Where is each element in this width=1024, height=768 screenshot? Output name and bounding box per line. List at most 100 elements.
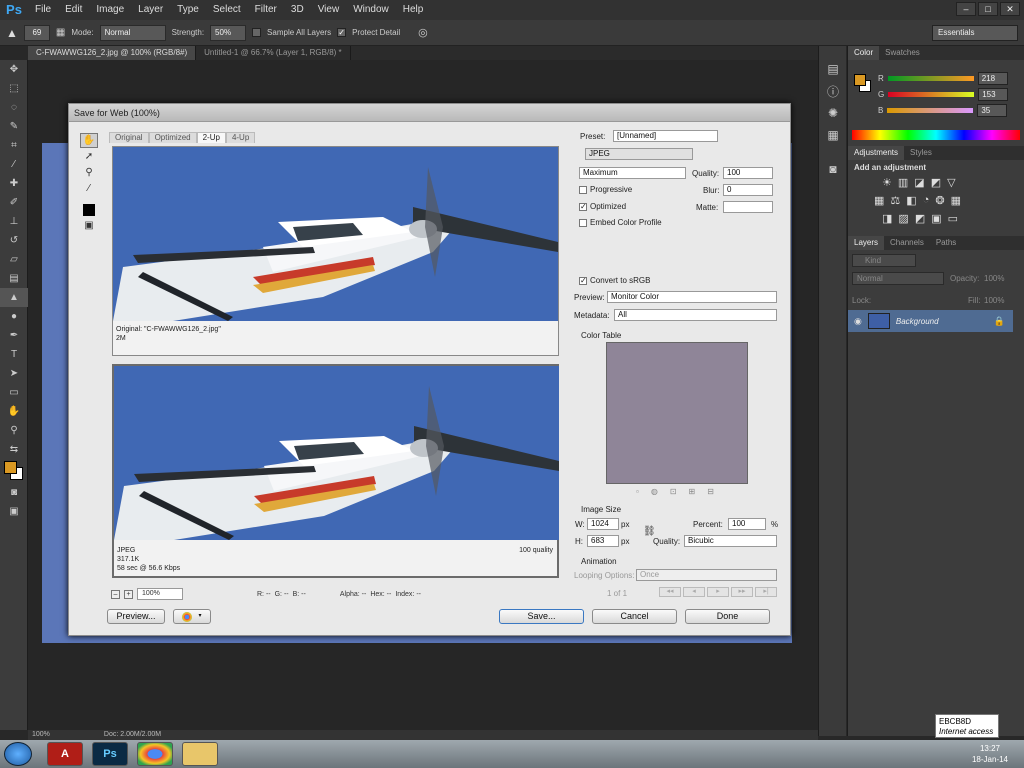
info-panel-icon[interactable]: ◙ bbox=[819, 158, 847, 180]
acrobat-icon[interactable]: A bbox=[47, 742, 83, 766]
photo-filter-icon[interactable]: ◔ bbox=[923, 194, 930, 207]
percent-field[interactable]: 100 bbox=[728, 518, 766, 530]
mode-select[interactable]: Normal bbox=[99, 24, 166, 41]
menu-type[interactable]: Type bbox=[170, 0, 206, 20]
history-panel-icon[interactable]: ▤ bbox=[819, 58, 847, 80]
browser-dropdown-icon[interactable]: ▾ bbox=[198, 610, 201, 623]
save-button[interactable]: Save... bbox=[499, 609, 584, 624]
tab-original[interactable]: Original bbox=[109, 132, 149, 143]
crop-tool-icon[interactable]: ⌗ bbox=[0, 136, 28, 155]
levels-icon[interactable]: ▥ bbox=[898, 176, 908, 189]
chrome-icon[interactable] bbox=[137, 742, 173, 766]
zoom-tool-icon[interactable]: ⚲ bbox=[0, 421, 28, 440]
preset-select[interactable]: [Unnamed] bbox=[613, 130, 718, 142]
actions-panel-icon[interactable]: ▦ bbox=[819, 124, 847, 146]
menu-window[interactable]: Window bbox=[346, 0, 396, 20]
visibility-eye-icon[interactable]: ◉ bbox=[854, 316, 862, 327]
posterize-icon[interactable]: ▨ bbox=[898, 212, 908, 225]
optimized-preview-image[interactable] bbox=[114, 366, 559, 540]
doc-tab-2[interactable]: Untitled-1 @ 66.7% (Layer 1, RGB/8) * bbox=[196, 46, 351, 60]
embed-profile-box[interactable] bbox=[579, 218, 587, 227]
strength-field[interactable]: 50% bbox=[210, 24, 247, 41]
healing-brush-tool-icon[interactable]: ✚ bbox=[0, 174, 28, 193]
minimize-button[interactable]: – bbox=[956, 2, 976, 16]
gradient-tool-icon[interactable]: ▤ bbox=[0, 269, 28, 288]
explorer-icon[interactable] bbox=[182, 742, 218, 766]
height-field[interactable]: 683 bbox=[587, 535, 619, 547]
preview-select[interactable]: Monitor Color bbox=[607, 291, 777, 303]
menu-file[interactable]: File bbox=[28, 0, 58, 20]
screen-mode-icon[interactable]: ▣ bbox=[0, 502, 28, 521]
tab-2up[interactable]: 2-Up bbox=[196, 132, 226, 143]
color-lookup-icon[interactable]: ▦ bbox=[951, 194, 961, 207]
preview-button[interactable]: Preview... bbox=[107, 609, 165, 624]
delete-color-icon[interactable]: ⊟ bbox=[707, 487, 714, 496]
play-button[interactable]: ▸ bbox=[707, 587, 729, 597]
optimized-download-time[interactable]: 58 sec @ 56.6 Kbps bbox=[117, 564, 180, 573]
layer-name[interactable]: Background bbox=[896, 317, 939, 326]
properties-panel-icon[interactable]: ⓘ bbox=[819, 80, 847, 102]
sample-all-layers-checkbox[interactable] bbox=[252, 28, 262, 37]
shape-tool-icon[interactable]: ▭ bbox=[0, 383, 28, 402]
brush-panel-icon[interactable]: ▦ bbox=[56, 27, 65, 38]
r-value[interactable]: 218 bbox=[977, 71, 1008, 85]
swap-colors-icon[interactable]: ⇆ bbox=[0, 440, 28, 459]
pressure-icon[interactable]: ◎ bbox=[418, 26, 428, 39]
lasso-tool-icon[interactable]: ◌ bbox=[0, 98, 28, 117]
format-select[interactable]: JPEG bbox=[585, 148, 693, 160]
opacity-value[interactable]: 100% bbox=[984, 274, 1004, 283]
sharpen-tool-icon-active[interactable]: ▲ bbox=[0, 288, 28, 307]
workspace-select[interactable]: Essentials bbox=[932, 25, 1018, 41]
browser-preview-button[interactable]: ▾ bbox=[173, 609, 211, 624]
optimized-checkbox[interactable]: ✓ Optimized bbox=[579, 202, 626, 211]
quick-select-tool-icon[interactable]: ✎ bbox=[0, 117, 28, 136]
start-button[interactable] bbox=[4, 742, 32, 766]
history-brush-tool-icon[interactable]: ↺ bbox=[0, 231, 28, 250]
status-zoom[interactable]: 100% bbox=[32, 730, 50, 740]
menu-layer[interactable]: Layer bbox=[131, 0, 170, 20]
brush-size-picker[interactable]: 69 bbox=[23, 24, 50, 41]
menu-3d[interactable]: 3D bbox=[284, 0, 311, 20]
convert-srgb-checkbox[interactable]: ✓ Convert to sRGB bbox=[579, 276, 650, 285]
resample-select[interactable]: Bicubic bbox=[684, 535, 777, 547]
blur-field[interactable]: 0 bbox=[723, 184, 773, 196]
color-swatches[interactable] bbox=[0, 459, 27, 483]
zoom-out-button[interactable]: – bbox=[111, 589, 120, 599]
compression-select[interactable]: Maximum bbox=[579, 167, 686, 179]
b-value[interactable]: 35 bbox=[977, 103, 1008, 117]
foreground-color-swatch[interactable] bbox=[4, 461, 17, 474]
color-fg-swatch[interactable] bbox=[854, 74, 866, 86]
eraser-tool-icon[interactable]: ▱ bbox=[0, 250, 28, 269]
eyedropper-tool-icon[interactable]: ⁄ bbox=[0, 155, 28, 174]
lock-color-icon[interactable]: ⊡ bbox=[670, 487, 677, 496]
eyedropper-color-icon[interactable] bbox=[80, 202, 98, 217]
layer-row-background[interactable]: ◉ Background 🔒 bbox=[848, 310, 1013, 332]
protect-detail-checkbox[interactable]: ✓ bbox=[337, 28, 347, 37]
exposure-icon[interactable]: ◩ bbox=[931, 176, 941, 189]
move-tool-icon[interactable]: ✥ bbox=[0, 60, 28, 79]
b-slider[interactable] bbox=[887, 107, 974, 113]
done-button[interactable]: Done bbox=[685, 609, 770, 624]
brush-presets-icon[interactable]: ✺ bbox=[819, 102, 847, 124]
quality-field[interactable]: 100 bbox=[723, 167, 773, 179]
tab-optimized[interactable]: Optimized bbox=[148, 132, 197, 143]
progressive-checkbox[interactable]: Progressive bbox=[579, 185, 632, 194]
original-preview-image[interactable] bbox=[113, 147, 558, 321]
r-slider[interactable] bbox=[887, 75, 974, 81]
first-frame-button[interactable]: ◂◂ bbox=[659, 587, 681, 597]
curves-icon[interactable]: ◪ bbox=[914, 176, 924, 189]
path-select-tool-icon[interactable]: ➤ bbox=[0, 364, 28, 383]
tab-channels[interactable]: Channels bbox=[884, 236, 930, 250]
matte-select[interactable] bbox=[723, 201, 773, 213]
quick-mask-icon[interactable]: ◙ bbox=[0, 483, 28, 502]
sharpen-tool-icon[interactable]: ▲ bbox=[6, 26, 18, 40]
tab-swatches[interactable]: Swatches bbox=[879, 46, 926, 60]
toggle-slices-icon[interactable]: ▣ bbox=[80, 218, 98, 233]
width-field[interactable]: 1024 bbox=[587, 518, 619, 530]
menu-help[interactable]: Help bbox=[396, 0, 431, 20]
progressive-box[interactable] bbox=[579, 185, 587, 194]
color-table-swatch[interactable] bbox=[606, 342, 748, 484]
hand-tool-icon[interactable]: ✋ bbox=[0, 402, 28, 421]
kind-filter[interactable]: Kind bbox=[852, 254, 916, 267]
photoshop-taskbar-icon[interactable]: Ps bbox=[92, 742, 128, 766]
